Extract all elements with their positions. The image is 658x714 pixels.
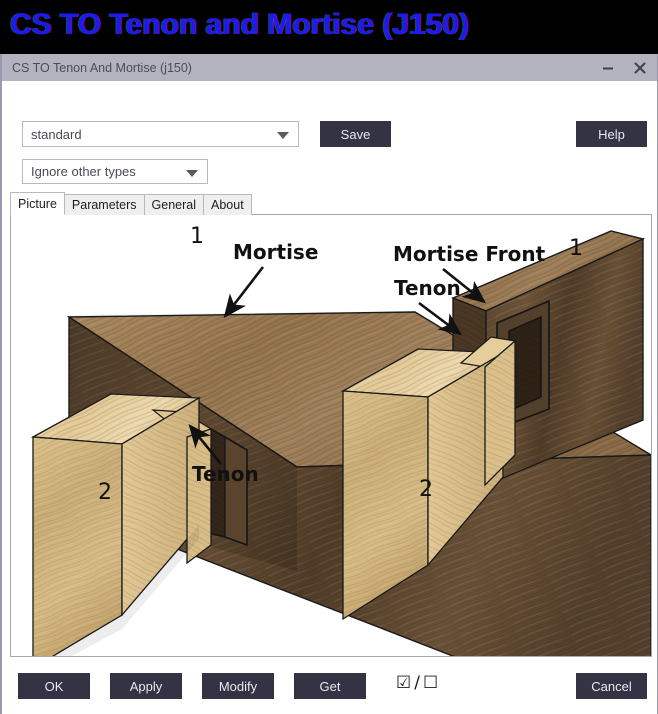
- checkbox-toggle-group: ☑ / ☐: [396, 675, 438, 692]
- modify-button[interactable]: Modify: [202, 673, 274, 699]
- preset-select[interactable]: standard: [22, 121, 299, 147]
- window-controls: [599, 54, 649, 81]
- label-tenon-right: Tenon: [394, 276, 461, 300]
- tab-about[interactable]: About: [203, 194, 252, 215]
- tab-bar: Picture Parameters General About: [10, 192, 252, 215]
- types-select-value: Ignore other types: [31, 164, 136, 179]
- apply-button[interactable]: Apply: [110, 673, 182, 699]
- checked-checkbox-icon[interactable]: ☑: [396, 675, 411, 692]
- tab-general[interactable]: General: [143, 194, 204, 215]
- unchecked-checkbox-icon[interactable]: ☐: [423, 675, 438, 692]
- footer-button-bar: OK Apply Modify Get ☑ / ☐ Cancel: [2, 658, 657, 714]
- dialog-window: CS TO Tenon And Mortise (j150) standard …: [0, 54, 658, 714]
- label-left-beam-number: 1: [190, 224, 204, 249]
- cancel-button[interactable]: Cancel: [576, 673, 647, 699]
- label-right-beam-number: 1: [569, 236, 583, 261]
- titlebar: CS TO Tenon And Mortise (j150): [2, 54, 657, 81]
- types-select[interactable]: Ignore other types: [22, 159, 208, 184]
- label-mortise-front: Mortise Front: [393, 242, 546, 266]
- minimize-icon[interactable]: [599, 59, 617, 77]
- separator-label: /: [414, 673, 420, 693]
- titlebar-title: CS TO Tenon And Mortise (j150): [12, 60, 192, 75]
- get-button[interactable]: Get: [294, 673, 366, 699]
- label-tenon-left: Tenon: [192, 462, 259, 486]
- label-mortise: Mortise: [233, 240, 318, 264]
- label-right-rail-number: 2: [419, 477, 433, 502]
- preset-select-value: standard: [31, 126, 82, 142]
- dialog-body: standard Save Help Ignore other types Pi…: [2, 81, 657, 714]
- chevron-down-icon: [186, 169, 198, 177]
- label-left-rail-number: 2: [98, 480, 112, 505]
- tab-parameters[interactable]: Parameters: [63, 194, 145, 215]
- joint-illustration: 1 Mortise Tenon 2 Mortise Front Tenon 1 …: [11, 215, 651, 656]
- page-title: CS TO Tenon and Mortise (J150): [10, 8, 469, 41]
- tab-picture[interactable]: Picture: [10, 192, 65, 215]
- close-icon[interactable]: [631, 59, 649, 77]
- save-button[interactable]: Save: [320, 121, 391, 147]
- ok-button[interactable]: OK: [18, 673, 90, 699]
- screen: CS TO Tenon and Mortise (J150) CS TO Ten…: [0, 0, 658, 714]
- help-button[interactable]: Help: [576, 121, 647, 147]
- picture-panel: 1 Mortise Tenon 2 Mortise Front Tenon 1 …: [10, 214, 652, 657]
- chevron-down-icon: [277, 132, 289, 139]
